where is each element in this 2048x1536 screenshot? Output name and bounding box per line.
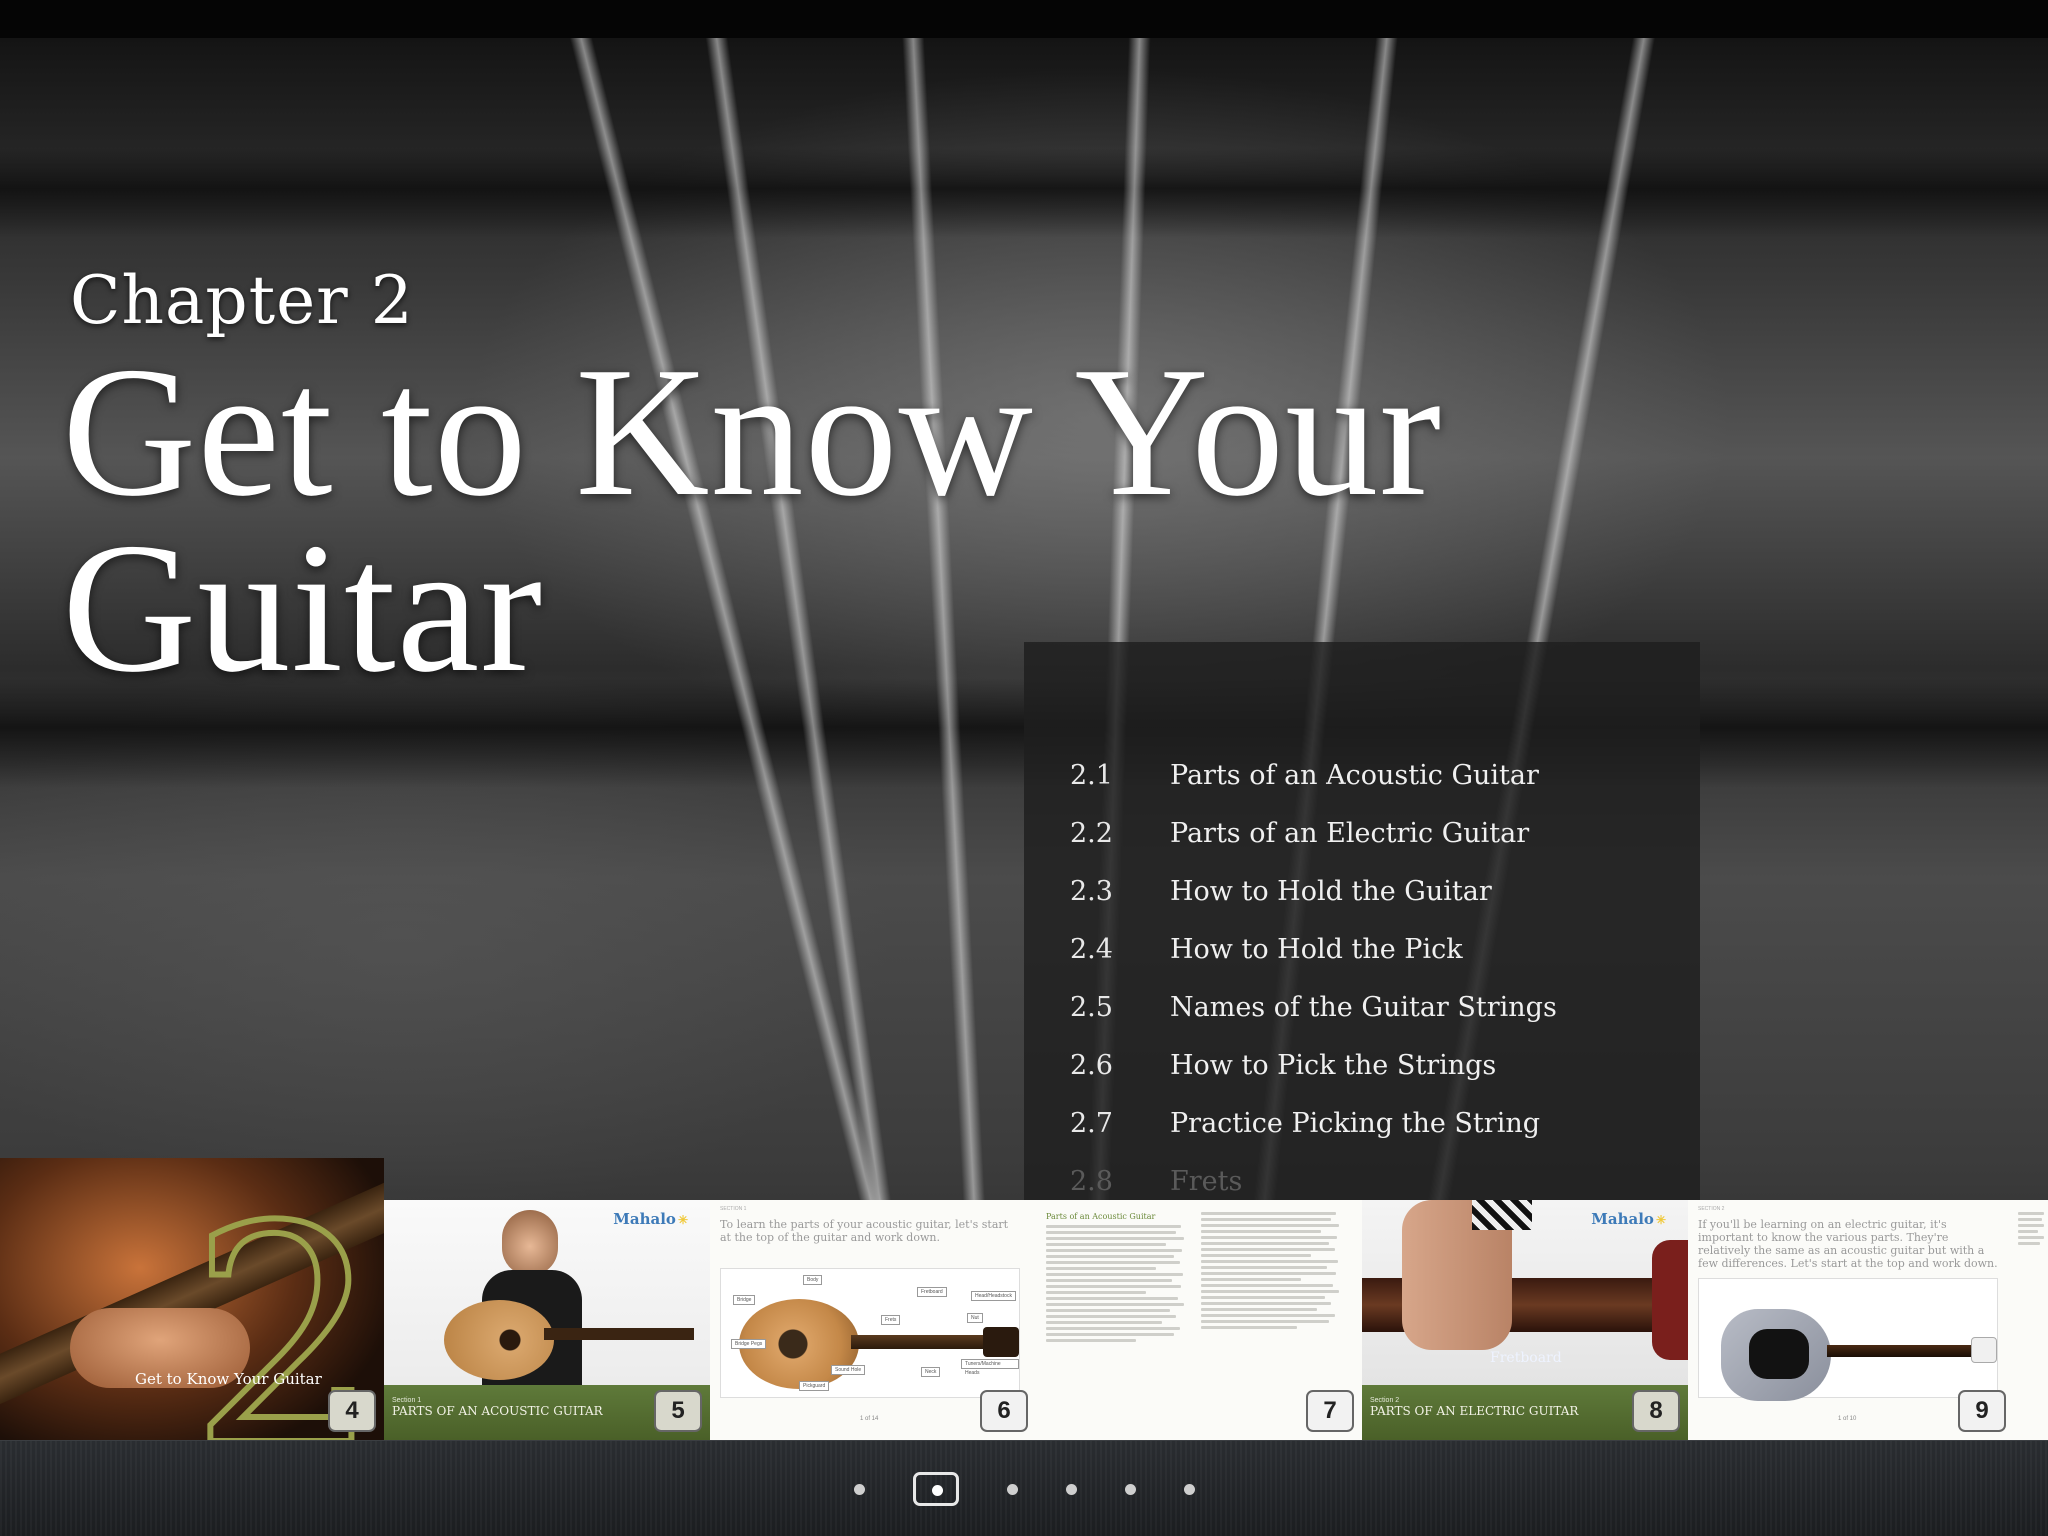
toc-number: 2.3 (1070, 875, 1113, 907)
fret-shadow (0, 148, 2048, 238)
toc-title: How to Hold the Guitar (1170, 875, 1492, 907)
toc-title: Names of the Guitar Strings (1170, 991, 1557, 1023)
text-column (2018, 1212, 2046, 1412)
toc-title: Parts of an Electric Guitar (1170, 817, 1530, 849)
section-tag: SECTION 1 (720, 1206, 747, 1212)
diagram-label: Pickguard (799, 1381, 830, 1391)
page-number-badge: 5 (654, 1390, 702, 1432)
thumbnail-page-9[interactable]: SECTION 2 If you'll be learning on an el… (1688, 1200, 2014, 1440)
mahalo-logo: Mahalo (613, 1210, 688, 1228)
thumbnail-page-4[interactable]: 2 Get to Know Your Guitar 4 (0, 1158, 384, 1440)
diagram-label: Neck (921, 1367, 941, 1377)
page-dot-current[interactable] (912, 1472, 959, 1506)
diagram-label: Head/Headstock (971, 1291, 1016, 1301)
page-number-badge: 6 (980, 1390, 1028, 1432)
page-dot[interactable] (1065, 1483, 1077, 1495)
toc-item-2-2[interactable]: 2.2 Parts of an Electric Guitar (1070, 804, 1557, 862)
toc-item-2-1[interactable]: 2.1 Parts of an Acoustic Guitar (1070, 746, 1557, 804)
text-column (1201, 1212, 1341, 1412)
toc-title: Parts of an Acoustic Guitar (1170, 759, 1539, 791)
thumbnail-page-10[interactable] (2014, 1200, 2048, 1440)
headstock (1971, 1337, 1997, 1363)
fretboard-overlay-label: Fretboard (1490, 1350, 1562, 1366)
page-navigation-dock (0, 1440, 2048, 1536)
diagram-label: Body (803, 1275, 823, 1285)
toc-title: Practice Picking the String (1170, 1107, 1540, 1139)
section-number: Section 2 (1370, 1397, 1400, 1404)
diagram-label: Bridge Pegs (731, 1339, 767, 1349)
toc-item-2-7[interactable]: 2.7 Practice Picking the String (1070, 1094, 1557, 1152)
page-number-badge: 4 (328, 1390, 376, 1432)
toc-title: Frets (1170, 1165, 1243, 1197)
checkered-sleeve (1472, 1200, 1532, 1230)
page-number-badge: 9 (1958, 1390, 2006, 1432)
guitar-neck-photo (544, 1328, 694, 1340)
table-of-contents: 2.1 Parts of an Acoustic Guitar 2.2 Parts … (1024, 642, 1700, 1202)
section-title: PARTS OF AN ACOUSTIC GUITAR (392, 1404, 603, 1418)
diagram-label: Bridge (733, 1295, 756, 1305)
chapter-label: Chapter 2 (70, 262, 414, 339)
thumbnail-page-5[interactable]: Mahalo Section 1 PARTS OF AN ACOUSTIC GU… (384, 1200, 710, 1440)
page-number-badge: 7 (1306, 1390, 1354, 1432)
toc-item-2-6[interactable]: 2.6 How to Pick the Strings (1070, 1036, 1557, 1094)
acoustic-guitar-diagram: Body Bridge Fretboard Head/Headstock Fre… (720, 1268, 1020, 1398)
guitar-body-edge (1652, 1240, 1688, 1360)
diagram-label: Tuners/Machine Heads (961, 1359, 1019, 1376)
text-column: Parts of an Acoustic Guitar (1046, 1212, 1186, 1412)
page-dot[interactable] (853, 1483, 865, 1495)
acoustic-guitar-photo (444, 1300, 554, 1380)
thumbnail-page-8[interactable]: Fretboard Mahalo Section 2 PARTS OF AN E… (1362, 1200, 1688, 1440)
chapter-title-line-1: Get to Know Your (62, 329, 1443, 535)
diagram-label: Sound Hole (831, 1365, 866, 1375)
cover-caption: Get to Know Your Guitar (135, 1370, 322, 1388)
section-number: Section 1 (392, 1397, 422, 1404)
toc-number: 2.1 (1070, 759, 1113, 791)
toc-item-2-3[interactable]: 2.3 How to Hold the Guitar (1070, 862, 1557, 920)
page-filmstrip[interactable]: 2 Get to Know Your Guitar 4 Mahalo Secti… (0, 1158, 2048, 1440)
page-dot[interactable] (1124, 1483, 1136, 1495)
lead-text: To learn the parts of your acoustic guit… (720, 1218, 1009, 1244)
diagram-label: Fretboard (917, 1287, 947, 1297)
page-footer: 1 of 14 (860, 1416, 879, 1422)
toc-item-2-5[interactable]: 2.5 Names of the Guitar Strings (1070, 978, 1557, 1036)
toc-title: How to Hold the Pick (1170, 933, 1463, 965)
electric-guitar-neck (1827, 1345, 1992, 1357)
toc-list: 2.1 Parts of an Acoustic Guitar 2.2 Parts … (1070, 746, 1557, 1202)
thumbnail-page-7[interactable]: Parts of an Acoustic Guitar 7 (1036, 1200, 1362, 1440)
page-dot[interactable] (1006, 1483, 1018, 1495)
diagram-label: Nut (967, 1313, 983, 1323)
toc-item-2-4[interactable]: 2.4 How to Hold the Pick (1070, 920, 1557, 978)
page-number-badge: 8 (1632, 1390, 1680, 1432)
toc-number: 2.6 (1070, 1049, 1113, 1081)
page-footer: 1 of 10 (1838, 1416, 1857, 1422)
page-dot[interactable] (1183, 1483, 1195, 1495)
toc-number: 2.8 (1070, 1165, 1113, 1197)
toc-number: 2.4 (1070, 933, 1113, 965)
toc-number: 2.5 (1070, 991, 1113, 1023)
page-indicator[interactable] (0, 1469, 2048, 1509)
headstock (983, 1327, 1019, 1357)
person-head (502, 1210, 558, 1276)
thumbnail-page-6[interactable]: SECTION 1 To learn the parts of your aco… (710, 1200, 1036, 1440)
lead-text: If you'll be learning on an electric gui… (1698, 1218, 1998, 1270)
toc-number: 2.7 (1070, 1107, 1113, 1139)
page-heading: Parts of an Acoustic Guitar (1046, 1212, 1156, 1221)
section-title: PARTS OF AN ELECTRIC GUITAR (1370, 1404, 1579, 1418)
mahalo-logo: Mahalo (1591, 1210, 1666, 1228)
section-tag: SECTION 2 (1698, 1206, 1725, 1212)
toc-item-2-8[interactable]: 2.8 Frets (1070, 1152, 1557, 1202)
diagram-label: Frets (881, 1315, 901, 1325)
pickguard (1749, 1329, 1809, 1379)
top-bar (0, 0, 2048, 40)
toc-title: How to Pick the Strings (1170, 1049, 1497, 1081)
toc-number: 2.2 (1070, 817, 1113, 849)
electric-guitar-diagram (1698, 1278, 1998, 1401)
